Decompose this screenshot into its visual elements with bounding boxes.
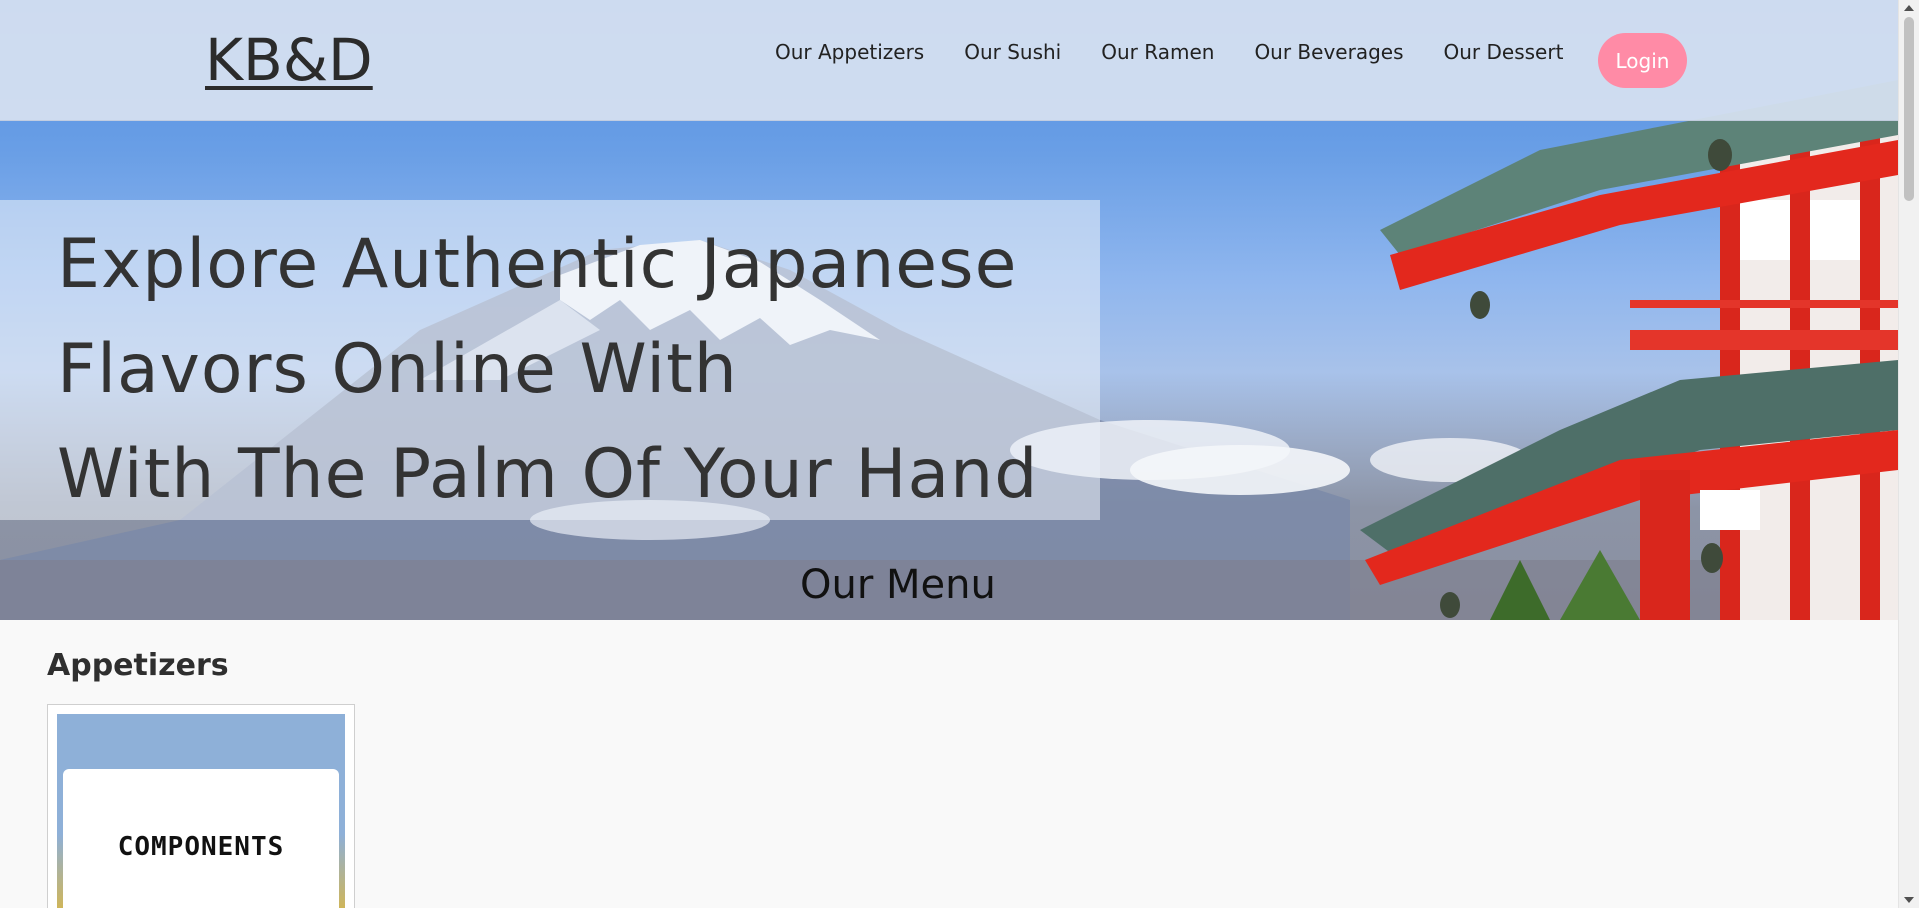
nav-link-ramen[interactable]: Our Ramen [1101, 40, 1214, 64]
menu-card[interactable]: COMPONENTS [47, 704, 355, 908]
login-button[interactable]: Login [1598, 33, 1687, 88]
section-title-appetizers: Appetizers [47, 648, 229, 683]
nav-link-beverages[interactable]: Our Beverages [1254, 40, 1403, 64]
main-nav: Our Appetizers Our Sushi Our Ramen Our B… [775, 40, 1603, 64]
vertical-scrollbar[interactable] [1898, 0, 1919, 908]
menu-card-label: COMPONENTS [117, 832, 285, 862]
nav-link-dessert[interactable]: Our Dessert [1444, 40, 1564, 64]
site-logo-link[interactable]: KB&D [205, 26, 373, 94]
nav-link-appetizers[interactable]: Our Appetizers [775, 40, 924, 64]
hero-headline-line: With The Palm Of Your Hand [57, 435, 1039, 514]
hero-headline-line: Flavors Online With [57, 330, 738, 409]
nav-link-sushi[interactable]: Our Sushi [964, 40, 1061, 64]
site-header: KB&D Our Appetizers Our Sushi Our Ramen … [0, 0, 1898, 121]
pagoda [1360, 80, 1898, 620]
menu-heading: Our Menu [800, 562, 996, 608]
hero-headline-line: Explore Authentic Japanese [57, 225, 1018, 304]
scroll-up-icon[interactable] [1904, 5, 1914, 11]
scroll-down-icon[interactable] [1904, 897, 1914, 903]
scroll-thumb[interactable] [1904, 17, 1914, 201]
hero-headline: Explore Authentic Japanese Flavors Onlin… [57, 212, 1038, 527]
menu-card-image: COMPONENTS [57, 714, 345, 908]
page: KB&D Our Appetizers Our Sushi Our Ramen … [0, 0, 1919, 908]
